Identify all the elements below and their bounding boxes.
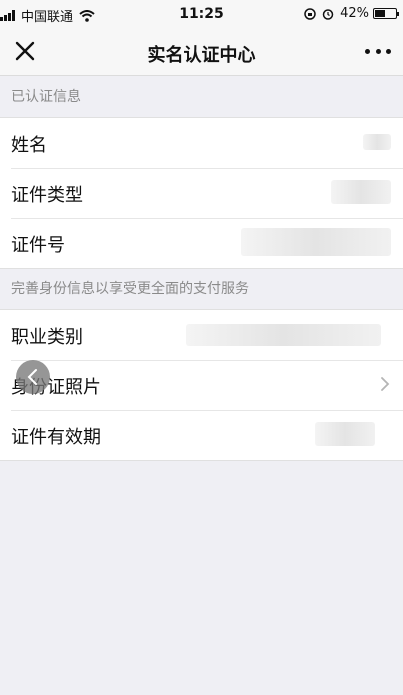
verified-info-group: 姓名 证件类型 证件号 xyxy=(0,117,403,269)
row-label: 证件类型 xyxy=(11,185,83,206)
row-name: 姓名 xyxy=(0,118,403,168)
status-right: 42% xyxy=(304,6,399,21)
section-header-complete: 完善身份信息以享受更全面的支付服务 xyxy=(11,281,249,297)
row-id-type: 证件类型 xyxy=(0,168,403,218)
row-id-validity[interactable]: 证件有效期 xyxy=(0,410,403,460)
status-bar: 中国联通 11:25 42% xyxy=(0,0,403,28)
row-label: 职业类别 xyxy=(11,327,83,348)
row-label: 姓名 xyxy=(11,135,47,156)
chevron-right-icon xyxy=(381,377,390,391)
page-title: 实名认证中心 xyxy=(147,45,256,66)
nav-bar: 实名认证中心 xyxy=(0,28,403,76)
redacted-value xyxy=(315,422,375,446)
redacted-value xyxy=(186,324,381,346)
section-header-verified: 已认证信息 xyxy=(11,89,81,105)
complete-info-group: 职业类别 身份证照片 证件有效期 xyxy=(0,309,403,461)
floating-back-button[interactable] xyxy=(16,360,50,394)
alarm-icon xyxy=(322,8,334,20)
redacted-value xyxy=(241,228,391,256)
more-icon[interactable] xyxy=(365,40,391,62)
row-id-photo[interactable]: 身份证照片 xyxy=(0,360,403,410)
row-id-number: 证件号 xyxy=(0,218,403,268)
back-icon xyxy=(27,369,37,385)
battery-icon xyxy=(373,8,399,19)
row-occupation[interactable]: 职业类别 xyxy=(0,310,403,360)
row-label: 证件有效期 xyxy=(11,427,101,448)
row-label: 证件号 xyxy=(11,235,65,256)
orientation-lock-icon xyxy=(304,7,316,20)
redacted-value xyxy=(331,180,391,204)
redacted-value xyxy=(363,134,391,150)
battery-percent: 42% xyxy=(340,6,369,21)
